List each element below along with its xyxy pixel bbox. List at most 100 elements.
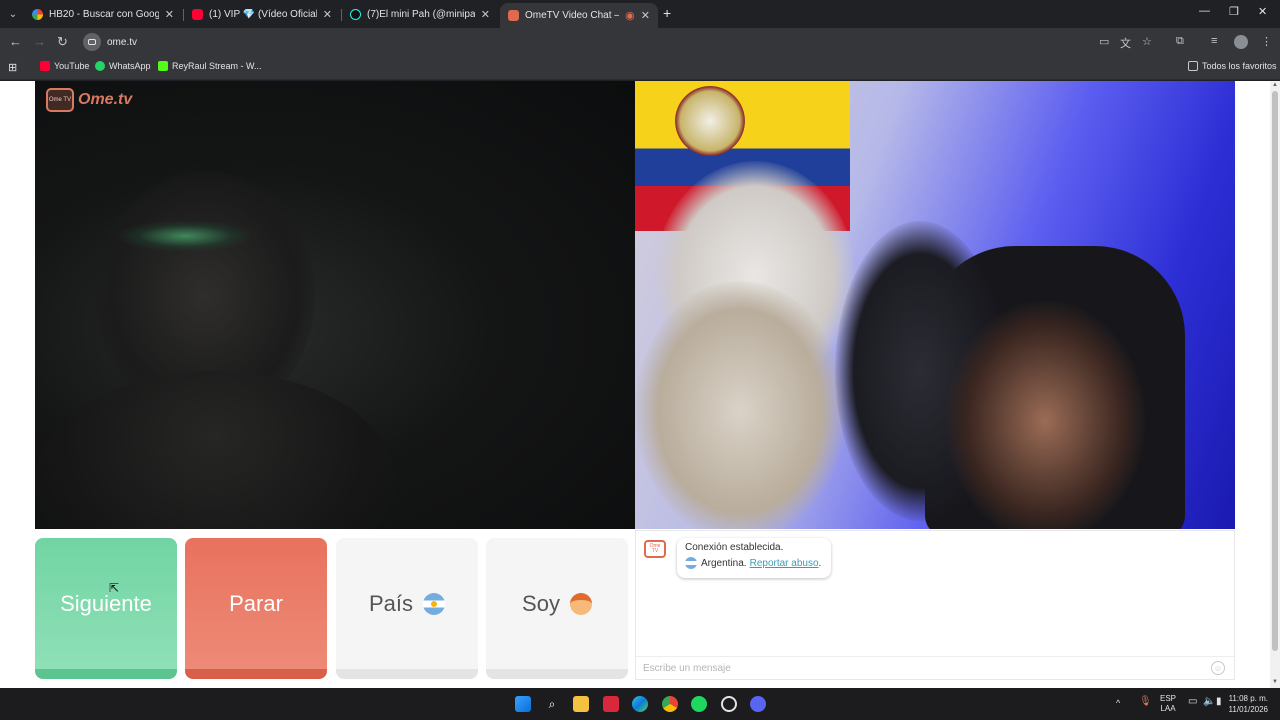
person-silhouette	[635, 281, 845, 529]
recording-icon: ◉	[625, 10, 635, 22]
bookmark-reyraul[interactable]: ReyRaul Stream - W...	[158, 61, 262, 71]
tab-title: (7)El mini Pah (@minipahlf) | Tik	[367, 8, 475, 20]
stranger-country: Argentina.	[701, 557, 747, 569]
windows-taskbar: ⌕ ^ 🎙 ESP LAA ▭ 🔈 ▮ 11:08 p. m. 11/01/20…	[0, 688, 1280, 720]
glasses-glow	[120, 221, 250, 251]
page-scrollbar[interactable]: ▲ ▼	[1270, 81, 1280, 688]
tab-title: HB20 - Buscar con Google	[49, 8, 159, 20]
country-button[interactable]: País	[336, 538, 478, 679]
battery-icon[interactable]: ▮	[1216, 697, 1222, 707]
profile-avatar[interactable]	[1234, 35, 1248, 49]
whatsapp-icon	[95, 61, 105, 71]
remote-video	[635, 81, 1235, 529]
gender-button[interactable]: Soy	[486, 538, 628, 679]
mouse-cursor-icon: ⇱	[109, 581, 120, 595]
discord-icon[interactable]	[750, 696, 766, 712]
file-explorer-icon[interactable]	[573, 696, 589, 712]
report-abuse-link[interactable]: Reportar abuso	[750, 558, 819, 569]
menu-icon[interactable]: ⋮	[1261, 35, 1272, 48]
next-button-label: Siguiente	[60, 590, 152, 616]
scroll-thumb[interactable]	[1272, 91, 1278, 651]
restore-button[interactable]: ❐	[1229, 5, 1239, 18]
next-button[interactable]: Siguiente	[35, 538, 177, 679]
close-icon[interactable]: ✕	[323, 8, 332, 21]
extensions-icon[interactable]: ⧉	[1176, 35, 1184, 48]
message-input[interactable]	[636, 656, 1234, 679]
emoji-icon[interactable]: ☺	[1211, 661, 1225, 675]
all-bookmarks-folder[interactable]: Todos los favoritos	[1188, 61, 1277, 71]
system-message: Conexión establecida. Argentina. Reporta…	[677, 538, 831, 578]
youtube-icon	[192, 8, 203, 20]
youtube-icon	[40, 61, 50, 71]
search-icon[interactable]: ⌕	[544, 696, 560, 712]
close-icon[interactable]: ✕	[165, 8, 174, 21]
ometv-logo-icon: Ome TV	[46, 88, 74, 112]
scroll-up-icon[interactable]: ▲	[1272, 82, 1278, 88]
ometv-chat-icon: Ome TV	[644, 540, 666, 558]
bookmark-youtube[interactable]: YouTube	[40, 61, 89, 71]
boy-avatar-icon	[569, 592, 592, 615]
translate-icon[interactable]: 文	[1120, 35, 1131, 51]
country-button-label: País	[368, 590, 414, 616]
site-info-icon[interactable]	[83, 33, 101, 51]
bookmark-label: YouTube	[54, 61, 90, 71]
bookmark-label: ReyRaul Stream - W...	[172, 61, 262, 71]
spotify-icon[interactable]	[691, 696, 707, 712]
media-controls-icon[interactable]: ≡	[1211, 35, 1217, 47]
close-icon[interactable]: ✕	[641, 9, 650, 22]
url-text: ome.tv	[107, 36, 138, 48]
bookmark-whatsapp[interactable]: WhatsApp	[95, 61, 151, 71]
stop-button[interactable]: Parar	[185, 538, 327, 679]
stranger-info: Argentina. Reportar abuso.	[685, 557, 823, 569]
language-code: ESP	[1160, 694, 1177, 703]
new-tab-button[interactable]: +	[663, 5, 671, 21]
tab-search-icon[interactable]: ⌄	[4, 5, 22, 23]
system-clock[interactable]: 11:08 p. m. 11/01/2026	[1229, 693, 1268, 715]
reload-button[interactable]: ↻	[57, 34, 68, 50]
tab-google-search[interactable]: HB20 - Buscar con Google ✕	[24, 3, 182, 25]
argentina-flag-icon	[685, 557, 697, 569]
close-window-button[interactable]: ✕	[1258, 5, 1267, 18]
network-icon[interactable]: ▭	[1188, 697, 1197, 707]
tiktok-icon	[350, 8, 361, 20]
close-icon[interactable]: ✕	[481, 8, 490, 21]
ometv-logo[interactable]: Ome TV Ome.tv	[46, 88, 132, 112]
person-silhouette	[945, 301, 1145, 529]
bookmark-label: WhatsApp	[109, 61, 151, 71]
tab-title: (1) VIP 💎 (Vídeo Oficial) | Natu	[209, 8, 317, 20]
argentina-flag-icon	[423, 592, 446, 615]
apps-icon[interactable]: ⊞	[8, 61, 17, 74]
app-circle-icon[interactable]	[721, 696, 737, 712]
volume-icon[interactable]: 🔈	[1203, 697, 1215, 707]
tab-ometv[interactable]: OmeTV Video Chat — Ome ◉ ✕	[500, 3, 658, 28]
chrome-icon[interactable]	[662, 696, 678, 712]
language-indicator[interactable]: ESP LAA	[1160, 694, 1176, 714]
keyboard-layout: LAA	[1160, 704, 1176, 713]
clock-date: 11/01/2026	[1228, 705, 1268, 714]
scroll-down-icon[interactable]: ▼	[1272, 679, 1278, 685]
tab-title: OmeTV Video Chat — Ome	[525, 10, 619, 21]
coat-of-arms	[675, 86, 745, 156]
tab-strip: ⌄ HB20 - Buscar con Google ✕ (1) VIP 💎 (…	[0, 0, 1280, 28]
minimize-button[interactable]: —	[1199, 5, 1210, 17]
microphone-icon[interactable]: 🎙	[1139, 697, 1152, 707]
app-red-icon[interactable]	[603, 696, 619, 712]
folder-icon	[1188, 61, 1198, 71]
address-bar[interactable]: ome.tv	[80, 31, 1090, 53]
report-suffix: .	[818, 557, 822, 569]
cast-icon[interactable]: ▭	[1099, 35, 1109, 48]
edge-icon[interactable]	[632, 696, 648, 712]
bookmark-star-icon[interactable]: ☆	[1142, 35, 1152, 48]
windows-start-icon[interactable]	[515, 696, 531, 712]
tray-overflow-icon[interactable]: ^	[1116, 698, 1120, 708]
back-button[interactable]: ←	[9, 34, 22, 49]
local-video	[35, 81, 635, 529]
forward-button[interactable]: →	[33, 34, 46, 49]
google-icon	[32, 8, 43, 20]
browser-toolbar: ← → ↻ ome.tv ▭ 文 ☆ ⧉ ≡ ⋮	[0, 28, 1280, 56]
tab-tiktok[interactable]: (7)El mini Pah (@minipahlf) | Tik ✕	[342, 3, 498, 25]
gender-button-label: Soy	[522, 590, 560, 616]
stop-button-label: Parar	[229, 590, 283, 616]
kick-icon	[158, 61, 168, 71]
tab-youtube[interactable]: (1) VIP 💎 (Vídeo Oficial) | Natu ✕	[184, 3, 340, 25]
